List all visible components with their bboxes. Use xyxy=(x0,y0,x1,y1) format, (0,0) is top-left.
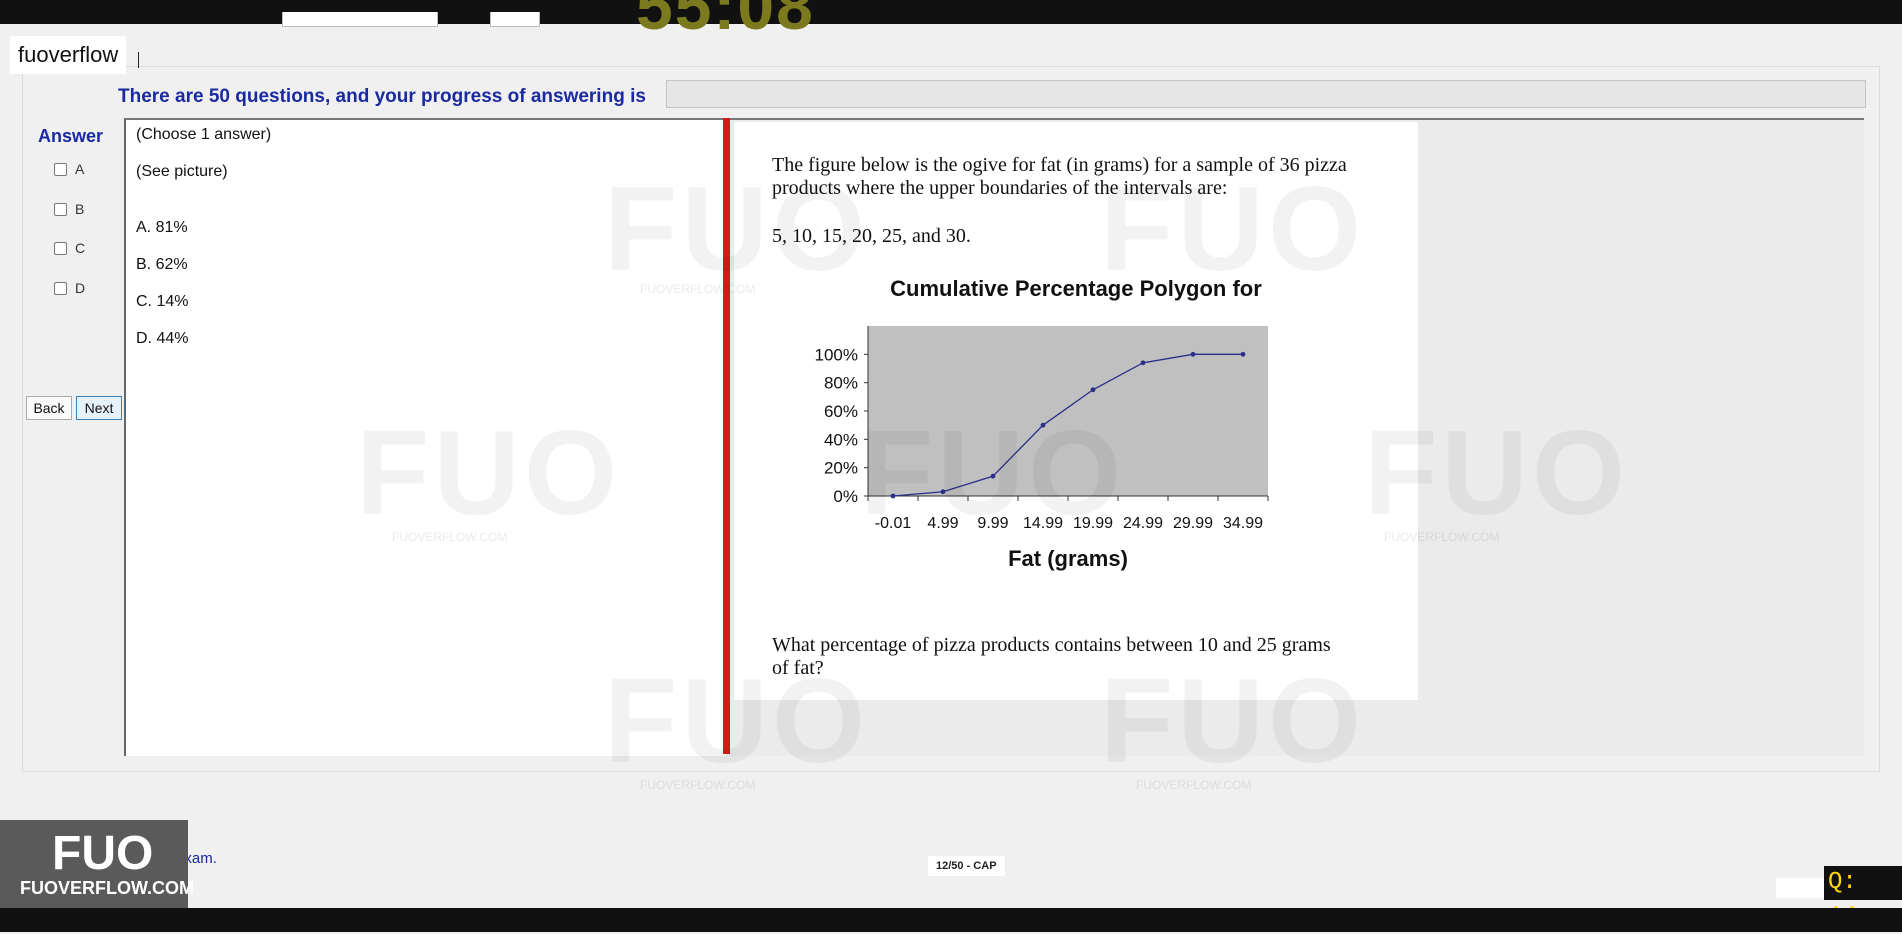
x-axis-label: Fat (grams) xyxy=(1008,546,1128,571)
answer-label: Answer xyxy=(38,126,104,146)
watermark-text: FUOVERFLOW.COM xyxy=(1384,530,1500,544)
back-button[interactable]: Back xyxy=(26,396,72,420)
checkbox-a[interactable] xyxy=(54,162,67,176)
y-tick-label: 100% xyxy=(815,345,858,364)
next-button[interactable]: Next xyxy=(76,396,122,420)
watermark-text: FUOVERFLOW.COM xyxy=(392,530,508,544)
top-small-field[interactable] xyxy=(490,12,540,27)
data-point xyxy=(1090,387,1096,393)
option-label-a: A xyxy=(75,161,85,177)
y-tick-label: 20% xyxy=(824,459,858,478)
question-instruction: (Choose 1 answer) xyxy=(136,126,272,143)
checkbox-d[interactable] xyxy=(54,281,67,295)
watermark-text: FUOVERFLOW.COM xyxy=(640,778,756,792)
data-point xyxy=(1190,351,1196,357)
answer-option-c[interactable]: C xyxy=(54,240,85,256)
choice-b-text: B. 62% xyxy=(136,256,188,273)
watermark-logo: FUO xyxy=(604,162,870,296)
choice-a-text: A. 81% xyxy=(136,219,188,236)
x-tick-label: 24.99 xyxy=(1123,515,1163,532)
brand-label: fuoverflow xyxy=(10,36,127,74)
question-status: 12/50 - CAP xyxy=(928,856,1005,876)
text-caret xyxy=(138,52,139,68)
option-label-b: B xyxy=(75,201,85,217)
data-point xyxy=(1240,351,1246,357)
x-tick-label: 29.99 xyxy=(1173,515,1213,532)
watermark-logo: FUO xyxy=(1100,162,1366,296)
bottom-bar xyxy=(0,908,1902,932)
logo-mark: FUO xyxy=(52,827,154,880)
see-picture-text: (See picture) xyxy=(136,163,228,180)
logo-text: FUOVERFLOW.COM xyxy=(20,878,194,898)
y-tick-label: 80% xyxy=(824,374,858,393)
watermark-logo: FUO xyxy=(1364,406,1630,540)
answer-option-b[interactable]: B xyxy=(54,201,84,217)
progress-bar xyxy=(666,80,1866,108)
y-tick-label: 0% xyxy=(833,487,858,506)
answer-option-a[interactable]: A xyxy=(54,161,84,177)
option-label-c: C xyxy=(75,240,86,256)
status-field xyxy=(1776,878,1824,898)
choice-d-text: D. 44% xyxy=(136,330,189,347)
question-counter: Q: 14 xyxy=(1824,866,1902,930)
watermark-logo: FUO xyxy=(1100,654,1366,788)
watermark-logo: FUO xyxy=(604,654,870,788)
timer: 55:08 xyxy=(636,0,815,43)
y-tick-label: 60% xyxy=(824,402,858,421)
option-label-d: D xyxy=(75,280,86,296)
x-tick-label: 34.99 xyxy=(1223,515,1263,532)
data-point xyxy=(1140,360,1146,366)
watermark-logo: FUO xyxy=(860,406,1126,540)
choice-c-text: C. 14% xyxy=(136,293,189,310)
y-tick-label: 40% xyxy=(824,430,858,449)
checkbox-b[interactable] xyxy=(54,202,67,216)
answer-option-d[interactable]: D xyxy=(54,280,85,296)
progress-text: There are 50 questions, and your progres… xyxy=(118,86,646,107)
watermark-text: FUOVERFLOW.COM xyxy=(640,282,756,296)
checkbox-c[interactable] xyxy=(54,241,67,255)
watermark-logo: FUO xyxy=(356,406,622,540)
top-input-field[interactable] xyxy=(282,12,438,27)
watermark-text: FUOVERFLOW.COM xyxy=(1136,778,1252,792)
fuoverflow-logo: FUO FUOVERFLOW.COM xyxy=(0,820,194,908)
